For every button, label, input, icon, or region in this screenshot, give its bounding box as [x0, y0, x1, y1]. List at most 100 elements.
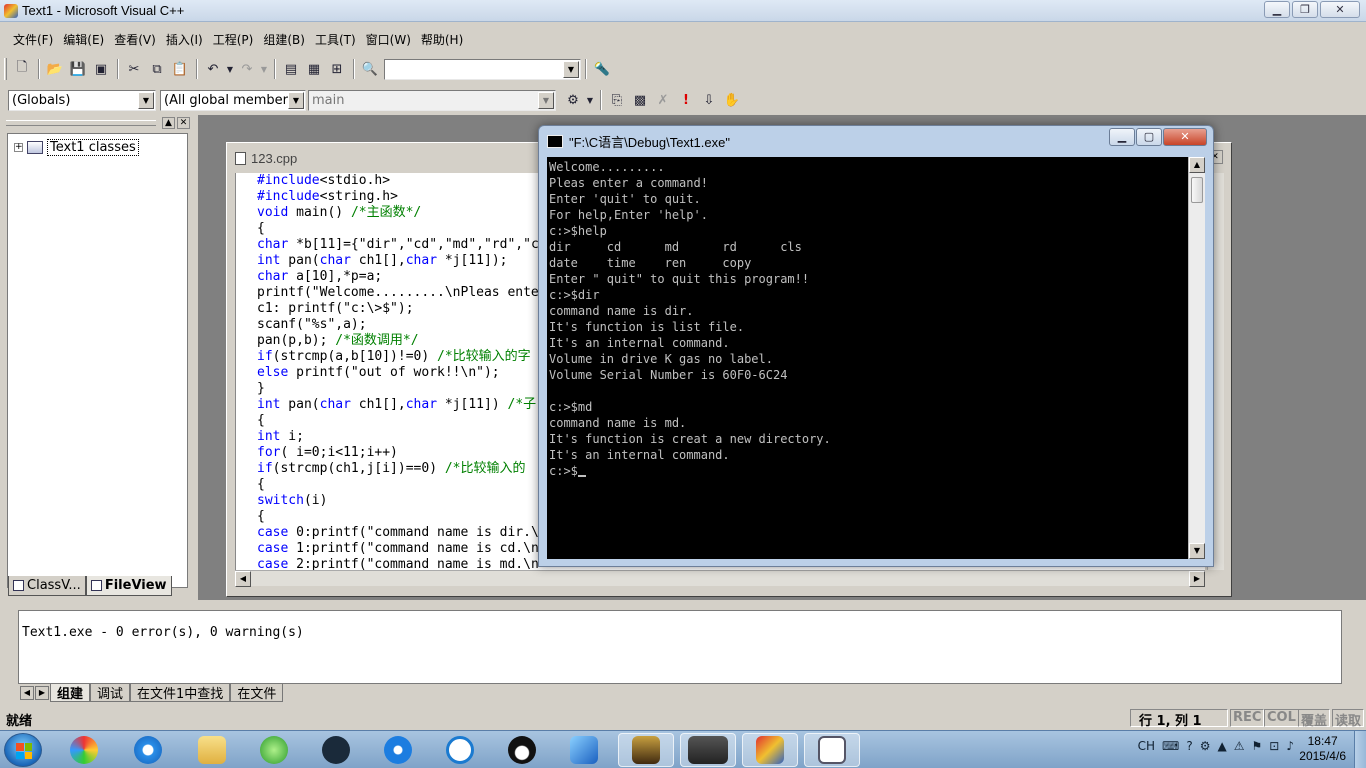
code-line[interactable]: char *b[11]={"dir","cd","md","rd","c: [257, 237, 539, 253]
globals-combo[interactable]: (Globals) ▼: [8, 89, 156, 111]
wizard-actions-icon[interactable]: ⚙: [562, 89, 584, 111]
members-combo[interactable]: (All global members ▼: [160, 89, 306, 111]
menu-help[interactable]: 帮助(H): [416, 28, 468, 50]
scroll-thumb[interactable]: [1191, 177, 1203, 203]
scroll-left-icon[interactable]: ◀: [235, 571, 251, 587]
code-line[interactable]: {: [257, 413, 539, 429]
code-line[interactable]: void main() /*主函数*/: [257, 205, 539, 221]
tab-find-in-files-2[interactable]: 在文件: [230, 684, 284, 702]
output-box[interactable]: Text1.exe - 0 error(s), 0 warning(s): [18, 610, 1342, 684]
code-line[interactable]: int i;: [257, 429, 539, 445]
code-line[interactable]: int pan(char ch1[],char *j[11]);: [257, 253, 539, 269]
alert-icon[interactable]: ⚠: [1234, 739, 1245, 753]
workspace-icon[interactable]: ▤: [280, 58, 302, 80]
code-line[interactable]: printf("Welcome.........\nPleas ente: [257, 285, 539, 301]
pane-maximize-button[interactable]: ▲: [162, 117, 175, 129]
toolbar-grip[interactable]: [4, 58, 7, 80]
code-line[interactable]: scanf("%s",a);: [257, 317, 539, 333]
scroll-right-icon[interactable]: ▶: [1189, 571, 1205, 587]
code-line[interactable]: #include<stdio.h>: [257, 173, 539, 189]
code-line[interactable]: }: [257, 381, 539, 397]
go-icon[interactable]: ⇩: [698, 89, 720, 111]
show-desktop-button[interactable]: [1354, 731, 1366, 768]
redo-icon[interactable]: ↷: [236, 58, 258, 80]
expand-icon[interactable]: +: [14, 143, 23, 152]
stop-build-icon[interactable]: ✗: [652, 89, 674, 111]
taskbar-explorer[interactable]: [184, 733, 240, 767]
editor-horizontal-scrollbar[interactable]: ◀ ▶: [235, 570, 1205, 587]
class-tree[interactable]: + Text1 classes: [7, 133, 188, 588]
code-line[interactable]: for( i=0;i<11;i++): [257, 445, 539, 461]
taskbar-qq[interactable]: [494, 733, 550, 767]
open-folder-icon[interactable]: 📂: [44, 58, 66, 80]
taskbar-ie[interactable]: [120, 733, 176, 767]
compile-icon[interactable]: ⎘: [606, 89, 628, 111]
minimize-button[interactable]: ▁: [1264, 1, 1290, 18]
volume-icon[interactable]: ♪: [1286, 739, 1294, 753]
wizard-dropdown-icon[interactable]: ▼: [585, 89, 595, 111]
taskbar-app-9[interactable]: [556, 733, 612, 767]
scroll-up-icon[interactable]: ▲: [1189, 157, 1205, 173]
save-all-icon[interactable]: ▣: [90, 58, 112, 80]
code-line[interactable]: c1: printf("c:\>$");: [257, 301, 539, 317]
close-button[interactable]: ✕: [1320, 1, 1360, 18]
code-line[interactable]: case 2:printf("command name is md.\n: [257, 557, 539, 570]
taskbar-app-11[interactable]: [680, 733, 736, 767]
pane-close-button[interactable]: ✕: [177, 117, 190, 129]
find-combo[interactable]: ▼: [384, 58, 581, 80]
cut-icon[interactable]: ✂: [123, 58, 145, 80]
code-line[interactable]: if(strcmp(a,b[10])!=0) /*比较输入的字: [257, 349, 539, 365]
code-line[interactable]: else printf("out of work!!\n");: [257, 365, 539, 381]
tray-expand-icon[interactable]: ▲: [1218, 739, 1227, 753]
paste-icon[interactable]: 📋: [169, 58, 191, 80]
undo-dropdown-icon[interactable]: ▼: [225, 58, 235, 80]
settings-icon[interactable]: ⚙: [1200, 739, 1211, 753]
console-scrollbar[interactable]: ▲ ▼: [1188, 157, 1205, 559]
restore-button[interactable]: ❐: [1292, 1, 1318, 18]
tab-fileview[interactable]: FileView: [85, 576, 172, 596]
breakpoint-hand-icon[interactable]: ✋: [721, 89, 743, 111]
keyboard-icon[interactable]: ⌨: [1162, 739, 1179, 753]
code-line[interactable]: if(strcmp(ch1,j[i])==0) /*比较输入的: [257, 461, 539, 477]
redo-dropdown-icon[interactable]: ▼: [259, 58, 269, 80]
chevron-down-icon[interactable]: ▼: [563, 60, 579, 78]
chevron-down-icon[interactable]: ▼: [538, 91, 554, 109]
code-line[interactable]: case 1:printf("command name is cd.\n: [257, 541, 539, 557]
code-line[interactable]: int pan(char ch1[],char *j[11]) /*子: [257, 397, 539, 413]
function-combo[interactable]: main ▼: [308, 89, 556, 111]
copy-icon[interactable]: ⧉: [146, 58, 168, 80]
title-bar[interactable]: Text1 - Microsoft Visual C++ ▁ ❐ ✕: [0, 0, 1366, 22]
code-line[interactable]: #include<string.h>: [257, 189, 539, 205]
taskbar-vc[interactable]: [742, 733, 798, 767]
vc-app-icon[interactable]: [4, 4, 18, 18]
search-icon[interactable]: 🔦: [591, 58, 613, 80]
code-line[interactable]: {: [257, 477, 539, 493]
menu-project[interactable]: 工程(P): [208, 28, 259, 50]
network-icon[interactable]: ⊡: [1269, 739, 1279, 753]
console-maximize-button[interactable]: ▢: [1136, 128, 1162, 146]
tab-scroll-left-icon[interactable]: ◀: [20, 686, 34, 700]
taskbar-app-6[interactable]: [370, 733, 426, 767]
chevron-down-icon[interactable]: ▼: [138, 91, 154, 109]
menu-window[interactable]: 窗口(W): [361, 28, 416, 50]
console-output[interactable]: Welcome......... Pleas enter a command! En…: [547, 157, 1189, 559]
input-language[interactable]: CH: [1138, 739, 1155, 753]
pane-grip[interactable]: [6, 120, 156, 126]
execute-icon[interactable]: !: [675, 89, 697, 111]
taskbar-app-10[interactable]: [618, 733, 674, 767]
build-icon[interactable]: ▩: [629, 89, 651, 111]
taskbar-app-1[interactable]: [56, 733, 112, 767]
tab-find-in-files-1[interactable]: 在文件1中查找: [130, 684, 231, 702]
help-icon[interactable]: ?: [1186, 739, 1192, 753]
console-window[interactable]: "F:\C语言\Debug\Text1.exe" ▁ ▢ ✕ Welcome..…: [538, 125, 1214, 567]
console-minimize-button[interactable]: ▁: [1109, 128, 1135, 146]
menu-insert[interactable]: 插入(I): [161, 28, 208, 50]
start-button[interactable]: [4, 733, 42, 767]
chevron-down-icon[interactable]: ▼: [288, 91, 304, 109]
clock[interactable]: 18:47 2015/4/6: [1299, 734, 1346, 764]
tab-scroll-right-icon[interactable]: ▶: [35, 686, 49, 700]
code-line[interactable]: {: [257, 509, 539, 525]
taskbar-app-4[interactable]: [246, 733, 302, 767]
menu-view[interactable]: 查看(V): [109, 28, 161, 50]
save-icon[interactable]: 💾: [67, 58, 89, 80]
